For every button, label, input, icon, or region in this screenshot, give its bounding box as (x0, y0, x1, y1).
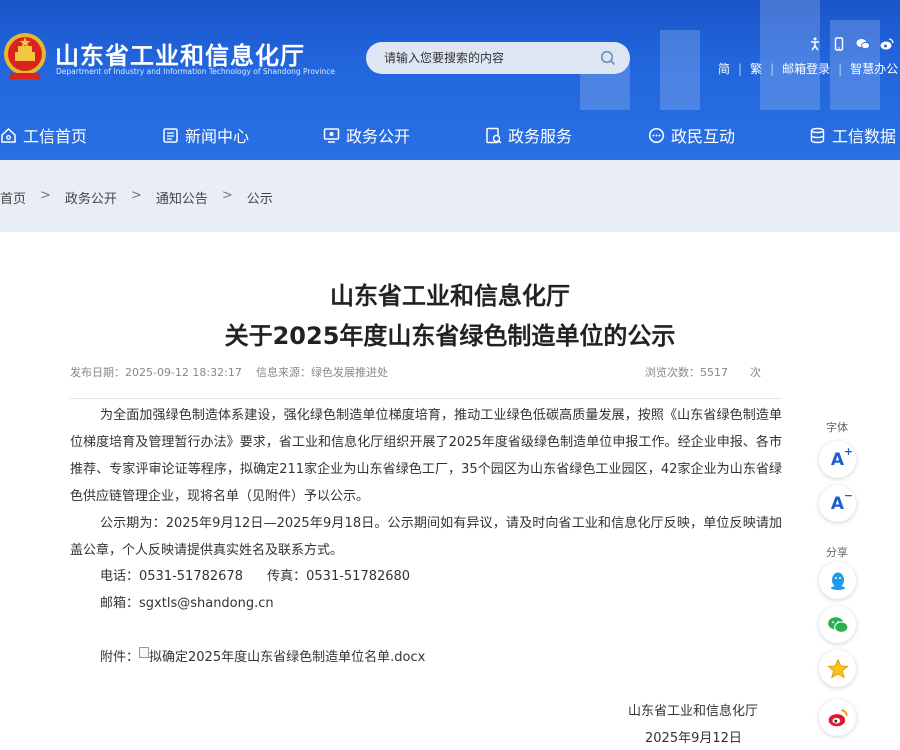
info-source-label: 信息来源： (256, 366, 311, 379)
traditional-chinese-link[interactable]: 繁 (750, 60, 762, 77)
signature-org: 山东省工业和信息化厅 (628, 704, 759, 719)
contact-phone: 电话：0531-51782678 传真：0531-51782680 (100, 565, 410, 584)
fax-value: 0531-51782680 (306, 569, 411, 584)
site-subtitle: Department of Industry and Information T… (56, 67, 335, 76)
mailbox-login-link[interactable]: 邮箱登录 (782, 60, 830, 77)
breadcrumb-bar: 首页 > 政务公开 > 通知公告 > 公示 (0, 160, 900, 232)
breadcrumb-publicity[interactable]: 公示 (247, 188, 273, 207)
news-icon (163, 127, 178, 143)
nav-item-gov-affairs[interactable]: 政务公开 (323, 123, 410, 147)
email-value: sgxtls@shandong.cn (139, 596, 274, 611)
nav-item-news[interactable]: 新闻中心 (162, 123, 249, 147)
nav-item-interaction[interactable]: 政民互动 (648, 123, 735, 147)
attachment-link[interactable]: 拟确定2025年度山东省绿色制造单位名单.docx (149, 650, 425, 665)
article-paragraph: 公示期为：2025年9月12日—2025年9月18日。公示期间如有异议，请及时向… (70, 516, 782, 558)
accessibility-icon[interactable] (808, 36, 822, 51)
nav-label: 工信首页 (23, 127, 88, 146)
view-count-value: 5517 (700, 366, 728, 379)
database-icon (810, 127, 825, 143)
share-weibo-button[interactable] (819, 699, 856, 736)
info-source-value: 绿色发展推进处 (311, 366, 388, 379)
article-paragraph: 为全面加强绿色制造体系建设，强化绿色制造单位梯度培育，推动工业绿色低碳高质量发展… (70, 408, 782, 504)
top-icon-bar (808, 36, 894, 51)
font-increase-button[interactable]: A + (819, 441, 856, 478)
nav-label: 政务公开 (346, 127, 411, 146)
main-nav: 工信首页 新闻中心 政务公开 政务服务 政民互动 工信数据 (0, 110, 900, 160)
document-icon (139, 647, 150, 658)
phone-value: 0531-51782678 (139, 569, 243, 584)
smart-office-link[interactable]: 智慧办公 (850, 60, 898, 77)
breadcrumb-separator: > (40, 188, 51, 203)
share-qzone-button[interactable] (819, 650, 856, 687)
publish-date-label: 发布日期： (70, 366, 125, 379)
phone-label: 电话： (100, 569, 140, 584)
weibo-icon[interactable] (880, 36, 894, 50)
view-count-unit: 次 (750, 366, 761, 379)
nav-item-home[interactable]: 工信首页 (0, 123, 87, 147)
weibo-share-icon (828, 708, 848, 726)
share-qq-button[interactable] (819, 562, 856, 599)
font-size-label: 字体 (826, 421, 848, 434)
site-title[interactable]: 山东省工业和信息化厅 (55, 36, 305, 71)
email-label: 邮箱： (100, 596, 140, 611)
signature-date: 2025年9月12日 (645, 731, 742, 746)
fax-label: 传真： (267, 569, 307, 584)
attachment-label: 附件： (100, 650, 140, 665)
font-decrease-button[interactable]: A − (819, 485, 856, 522)
article-title-line2: 关于2025年度山东省绿色制造单位的公示 (224, 322, 676, 350)
breadcrumb-notices[interactable]: 通知公告 (156, 188, 208, 207)
nav-item-data[interactable]: 工信数据 (809, 123, 896, 147)
home-icon (1, 127, 16, 143)
nav-label: 新闻中心 (185, 127, 250, 146)
article-divider (70, 398, 782, 399)
qzone-icon (826, 658, 849, 679)
attachment: 附件： 拟确定2025年度山东省绿色制造单位名单.docx (100, 646, 425, 665)
search-box (366, 42, 630, 74)
article-title-line1: 山东省工业和信息化厅 (330, 282, 570, 310)
share-wechat-button[interactable] (819, 606, 856, 643)
mobile-icon[interactable] (832, 36, 846, 51)
nav-label: 工信数据 (832, 127, 897, 146)
national-emblem-logo[interactable] (2, 30, 48, 82)
chat-icon (648, 127, 665, 143)
link-divider: | (838, 61, 843, 76)
nav-label: 政务服务 (508, 127, 573, 146)
nav-label: 政民互动 (671, 127, 736, 146)
wechat-share-icon (827, 616, 848, 633)
top-links: 简 | 繁 | 邮箱登录 | 智慧办公 (718, 60, 898, 77)
nav-item-gov-services[interactable]: 政务服务 (485, 123, 572, 147)
breadcrumb-gov-affairs[interactable]: 政务公开 (65, 188, 117, 207)
site-header: 山东省工业和信息化厅 Department of Industry and In… (0, 0, 900, 160)
breadcrumb-home[interactable]: 首页 (0, 188, 26, 207)
link-divider: | (738, 61, 743, 76)
wechat-icon[interactable] (856, 36, 870, 50)
qq-icon (830, 572, 845, 590)
breadcrumb-separator: > (221, 188, 233, 203)
link-divider: | (770, 61, 775, 76)
view-count-label: 浏览次数： (645, 366, 700, 379)
service-icon (486, 127, 502, 143)
breadcrumb-separator: > (130, 188, 142, 203)
breadcrumb: 首页 > 政务公开 > 通知公告 > 公示 (0, 188, 273, 207)
view-count: 浏览次数：5517 次 (645, 364, 761, 380)
monitor-icon (323, 127, 340, 143)
article-body: 为全面加强绿色制造体系建设，强化绿色制造单位梯度培育，推动工业绿色低碳高质量发展… (70, 402, 782, 564)
share-label: 分享 (826, 546, 848, 559)
search-input[interactable] (384, 49, 594, 67)
publish-date: 发布日期：2025-09-12 18:32:17 (70, 364, 242, 380)
publish-date-value: 2025-09-12 18:32:17 (125, 366, 242, 379)
simplified-chinese-link[interactable]: 简 (718, 60, 730, 77)
search-icon[interactable] (600, 50, 616, 66)
font-decrease-icon: A − (830, 488, 854, 514)
font-increase-icon: A + (830, 444, 854, 470)
info-source: 信息来源：绿色发展推进处 (256, 364, 388, 380)
contact-email: 邮箱：sgxtls@shandong.cn (100, 592, 274, 611)
